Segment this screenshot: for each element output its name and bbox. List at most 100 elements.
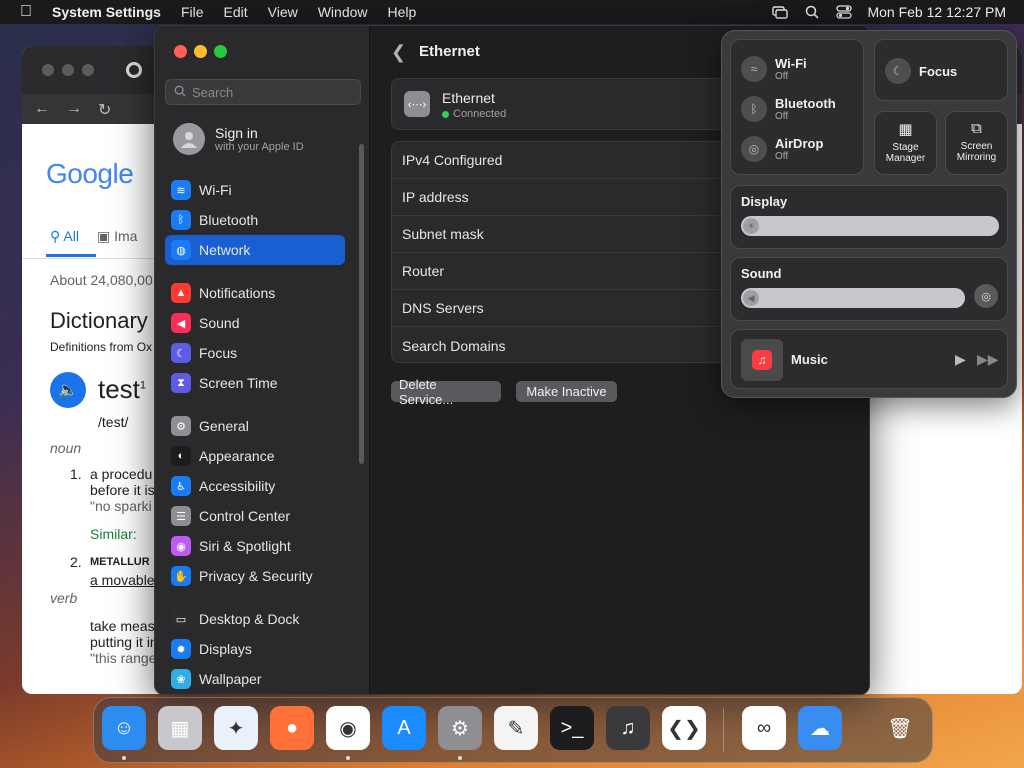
wifi-off-icon: ≈ [741, 56, 767, 82]
sidebar-item-control-center[interactable]: ☰ Control Center [165, 501, 345, 531]
dock-chrome-icon[interactable]: ◉ [326, 706, 370, 750]
apple-id-title: Sign in [215, 125, 258, 141]
settings-search-field[interactable] [165, 79, 361, 105]
apple-id-signin[interactable]: Sign in with your Apple ID [173, 123, 304, 155]
sidebar-item-general[interactable]: ⚙ General [165, 411, 345, 441]
now-playing-tile[interactable]: ♫ Music ▶ ▶▶ [730, 329, 1008, 389]
dock-terminal-icon[interactable]: >_ [550, 706, 594, 750]
sidebar-scrollbar[interactable] [359, 144, 364, 464]
music-app-icon: ♫ [752, 350, 772, 370]
definition-domain: METALLUR [90, 556, 150, 568]
dock-weather-icon[interactable]: ☁ [798, 706, 842, 750]
browser-minimize-button[interactable] [62, 64, 74, 76]
sidebar-item-accessibility[interactable]: ♿ Accessibility [165, 471, 345, 501]
dock-finder-icon[interactable]: ☺ [102, 706, 146, 750]
menu-edit[interactable]: Edit [224, 4, 248, 20]
screen-mirroring-label: Screen Mirroring [946, 141, 1007, 163]
sidebar-item-bluetooth[interactable]: ᛒ Bluetooth [165, 205, 345, 235]
dock-trash-icon[interactable]: 🗑 [878, 706, 922, 750]
control-center-menu-icon[interactable] [835, 5, 853, 19]
menu-help[interactable]: Help [388, 4, 417, 20]
definition-text: putting it in [90, 634, 158, 650]
window-close-button[interactable] [174, 45, 187, 58]
delete-service-button[interactable]: Delete Service... [391, 377, 501, 407]
wifi-label: Wi-Fi [775, 56, 807, 71]
display-brightness-slider[interactable]: ☀ [741, 216, 999, 236]
sidebar-item-wallpaper[interactable]: ❀ Wallpaper [165, 664, 345, 694]
dock: ☺ ▦ ✦ ● ◉ A ⚙ ✎ >_ ♫ ❮❯ ∞ ☁ 🗑 [93, 697, 933, 763]
connectivity-tile: ≈ Wi-Fi Off ᛒ Bluetooth Off ◎ AirDrop Off [730, 39, 864, 175]
stage-manager-tile[interactable]: ▦ Stage Manager [874, 111, 937, 175]
play-icon[interactable]: ▶ [955, 351, 966, 368]
sidebar-item-label: Sound [199, 315, 240, 331]
dock-garageband-icon[interactable]: ♫ [606, 706, 650, 750]
focus-tile[interactable]: ☾ Focus [874, 39, 1008, 101]
music-artwork: ♫ [741, 339, 783, 381]
window-zoom-button[interactable] [214, 45, 227, 58]
browser-close-button[interactable] [42, 64, 54, 76]
browser-forward-icon[interactable]: → [66, 100, 82, 118]
menu-clock[interactable]: Mon Feb 12 12:27 PM [867, 4, 1006, 20]
sidebar-item-siri-spotlight[interactable]: ◉ Siri & Spotlight [165, 531, 345, 561]
dock-vscode-icon[interactable]: ❮❯ [662, 706, 706, 750]
chrome-tab-favicon-icon[interactable] [126, 62, 142, 78]
dock-visual-studio-icon[interactable]: ∞ [742, 706, 786, 750]
dock-textedit-icon[interactable]: ✎ [494, 706, 538, 750]
focus-label: Focus [919, 63, 958, 79]
bluetooth-toggle[interactable]: ᛒ Bluetooth Off [741, 96, 836, 122]
dock-firefox-icon[interactable]: ● [270, 706, 314, 750]
google-logo[interactable]: Google [46, 158, 134, 190]
dock-system-settings-icon[interactable]: ⚙ [438, 706, 482, 750]
airplay-audio-icon[interactable]: ◎ [974, 284, 998, 308]
google-tab-all-label: All [63, 228, 79, 244]
sidebar-item-appearance[interactable]: ◐ Appearance [165, 441, 345, 471]
volume-slider[interactable]: ◀ [741, 288, 965, 308]
airdrop-toggle[interactable]: ◎ AirDrop Off [741, 136, 823, 162]
dock-launchpad-icon[interactable]: ▦ [158, 706, 202, 750]
dock-icon: ▭ [171, 609, 191, 629]
google-result-count: About 24,080,00 [50, 272, 153, 288]
menu-bar:  System Settings File Edit View Window … [0, 0, 1024, 24]
definition-link[interactable]: a movable [90, 572, 155, 588]
control-center-panel: ≈ Wi-Fi Off ᛒ Bluetooth Off ◎ AirDrop Off ☾… [721, 30, 1017, 398]
browser-reload-icon[interactable]: ↻ [98, 100, 111, 120]
screen-mirroring-status-icon[interactable] [771, 5, 789, 19]
sidebar-item-notifications[interactable]: ▲ Notifications [165, 278, 345, 308]
menu-file[interactable]: File [181, 4, 204, 20]
menu-app-name[interactable]: System Settings [52, 4, 161, 20]
pronounce-speaker-icon[interactable]: 🔈 [50, 372, 86, 408]
ethernet-name: Ethernet [442, 90, 495, 106]
sidebar-item-sound[interactable]: ◀ Sound [165, 308, 345, 338]
page-title: Ethernet [419, 43, 480, 60]
google-tab-all[interactable]: ⚲ All [50, 228, 79, 245]
sidebar-item-displays[interactable]: ✹ Displays [165, 634, 345, 664]
dock-app-store-icon[interactable]: A [382, 706, 426, 750]
sidebar-item-label: Displays [199, 641, 252, 657]
fast-forward-icon[interactable]: ▶▶ [977, 351, 999, 368]
make-inactive-button[interactable]: Make Inactive [516, 381, 617, 402]
dock-safari-icon[interactable]: ✦ [214, 706, 258, 750]
sidebar-item-wi-fi[interactable]: ≋ Wi-Fi [165, 175, 345, 205]
browser-zoom-button[interactable] [82, 64, 94, 76]
menu-window[interactable]: Window [318, 4, 368, 20]
search-input[interactable] [192, 84, 352, 100]
bell-icon: ▲ [171, 283, 191, 303]
appearance-icon: ◐ [171, 446, 191, 466]
screen-mirroring-tile[interactable]: ⧉ Screen Mirroring [945, 111, 1008, 175]
search-icon [174, 85, 186, 100]
spotlight-search-icon[interactable] [803, 5, 821, 19]
sidebar-item-focus[interactable]: ☾ Focus [165, 338, 345, 368]
wifi-toggle[interactable]: ≈ Wi-Fi Off [741, 56, 807, 82]
sidebar-item-screen-time[interactable]: ⧗ Screen Time [165, 368, 345, 398]
back-chevron-icon[interactable]: ❮ [391, 42, 406, 63]
sidebar-item-network[interactable]: ◍ Network [165, 235, 345, 265]
google-tab-images[interactable]: ▣ Ima [97, 228, 137, 245]
sidebar-item-desktop-dock[interactable]: ▭ Desktop & Dock [165, 604, 345, 634]
browser-back-icon[interactable]: ← [34, 100, 50, 118]
ethernet-status-text: Connected [453, 108, 507, 120]
apple-menu-icon[interactable]:  [0, 3, 52, 21]
airdrop-label: AirDrop [775, 136, 824, 151]
window-minimize-button[interactable] [194, 45, 207, 58]
sidebar-item-privacy-security[interactable]: ✋ Privacy & Security [165, 561, 345, 591]
menu-view[interactable]: View [268, 4, 298, 20]
